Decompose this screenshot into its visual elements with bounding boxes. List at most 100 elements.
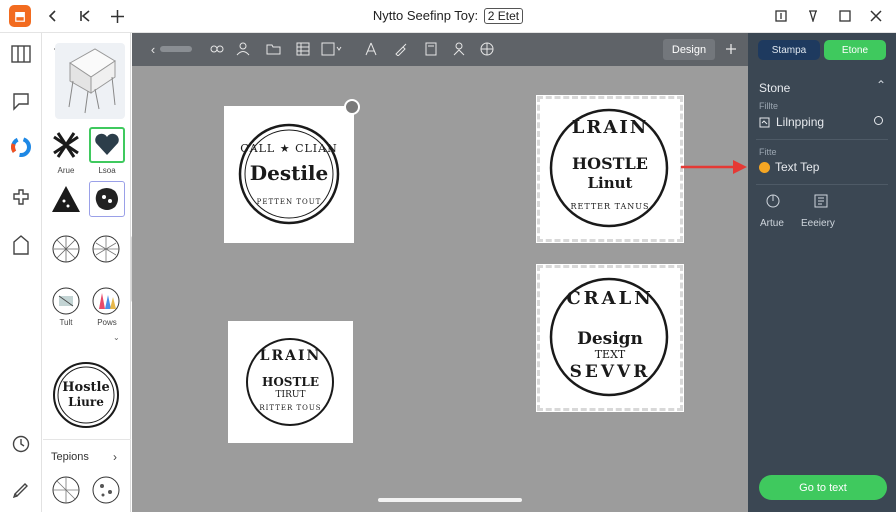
stamp-top-text: CALL ★ CLIAN [240, 142, 338, 155]
frame-tool-icon[interactable] [422, 40, 440, 58]
window-title: Nytto Seefinp Toy: 2 Etet [0, 8, 896, 24]
canvas-scrollbar[interactable] [378, 498, 522, 502]
stamp-bottom-text: SEVVR [569, 362, 651, 382]
radio-icon[interactable] [874, 116, 883, 125]
featured-stamp-line1: Hostle [62, 380, 110, 395]
asset-tile-sketch-a[interactable] [49, 232, 83, 266]
dropdown-icon[interactable] [320, 40, 344, 58]
color-dot-icon [759, 161, 770, 173]
property-row-2[interactable]: Text Tep [759, 160, 819, 174]
square-small-icon [759, 117, 770, 127]
world-icon[interactable] [478, 40, 496, 58]
artue-action-icon[interactable] [765, 193, 781, 214]
skip-back-icon[interactable] [75, 6, 95, 26]
divider [756, 184, 888, 185]
close-icon[interactable] [866, 6, 886, 26]
asset-tile-blob[interactable] [89, 181, 125, 217]
stamp-main-text: HOSTLE [262, 375, 319, 389]
artboard-stamp-3[interactable]: LRAIN HOSTLE TIRUT RITTER TOUS [228, 321, 353, 443]
asset-tile-colorful[interactable] [89, 284, 123, 318]
model-preview[interactable] [55, 43, 125, 119]
chevron-down-icon[interactable]: ⌄ [113, 333, 120, 342]
pin-icon[interactable] [722, 40, 740, 58]
title-bar: ⬒ Nytto Seefinp Toy: 2 Etet [0, 0, 896, 33]
resize-handle[interactable] [344, 99, 360, 115]
compass-icon[interactable] [362, 40, 380, 58]
brush-icon[interactable] [392, 40, 410, 58]
app-logo-icon[interactable]: ⬒ [9, 5, 31, 27]
asset-tile-heart[interactable] [89, 127, 125, 163]
document-icon[interactable] [9, 233, 33, 257]
title-badge[interactable]: 2 Etet [483, 8, 524, 24]
asset-label: Lsoa [98, 166, 116, 175]
asset-label: Arue [57, 166, 75, 175]
artboard-stamp-4[interactable]: CRALN Design TEXT SEVVR [536, 264, 684, 412]
back-icon[interactable] [43, 6, 63, 26]
library-icon[interactable] [9, 42, 33, 66]
stamp-top-text: LRAIN [571, 117, 649, 138]
move-icon[interactable] [107, 6, 127, 26]
comment-icon[interactable] [9, 89, 33, 113]
featured-stamp-line2: Liure [68, 395, 104, 409]
grid-icon[interactable] [294, 40, 312, 58]
action-label[interactable]: Eeeiery [801, 218, 835, 229]
stamp-sub-text: TEXT [594, 348, 626, 361]
app-window: ⬒ Nytto Seefinp Toy: 2 Etet Arue Lsoa Tu… [0, 0, 896, 512]
canvas-toolbar: ‹ Design [132, 33, 748, 66]
asset-tile-sketch-c[interactable] [49, 284, 83, 318]
asset-tile-triangle[interactable] [49, 182, 83, 216]
artboard-stamp-1[interactable]: CALL ★ CLIAN Destile PETTEN TOUT [224, 99, 360, 243]
person-icon[interactable] [234, 40, 252, 58]
user-icon[interactable] [450, 40, 468, 58]
design-canvas[interactable]: CALL ★ CLIAN Destile PETTEN TOUT LRAIN H… [132, 66, 748, 512]
stamp-bottom-text: RETTER TANUS [570, 202, 650, 211]
ruler-icon[interactable] [803, 6, 823, 26]
row-label: Fillte [759, 101, 779, 111]
asset-tile-sketch-d[interactable] [49, 473, 83, 507]
asset-tile-knot[interactable] [49, 128, 83, 162]
frame-icon[interactable] [771, 6, 791, 26]
row-label: Fitte [759, 147, 777, 157]
action-label[interactable]: Artue [760, 218, 784, 229]
etone-button[interactable]: Etone [824, 40, 886, 60]
stamp-sub-text: TIRUT [275, 390, 306, 400]
stamp-main-text: HOSTLE [572, 154, 648, 173]
divider [43, 439, 131, 440]
stamp-bottom-text: RITTER TOUS [259, 404, 322, 412]
chevron-right-icon[interactable]: › [113, 450, 117, 464]
link-icon[interactable] [208, 40, 226, 58]
square-icon[interactable] [835, 6, 855, 26]
stampa-button[interactable]: Stampa [758, 40, 820, 60]
section-title: Tepions [51, 451, 89, 463]
asset-tile-sketch-b[interactable] [89, 232, 123, 266]
asset-panel: Arue Lsoa Tult Pows ⌄ Hostle Liure Tepio… [43, 33, 131, 512]
eeeiery-action-icon[interactable] [813, 193, 829, 214]
divider [756, 139, 888, 140]
stamp-main-text: Design [577, 329, 643, 349]
brand-swirl-icon[interactable] [9, 135, 33, 159]
asset-tile-sketch-e[interactable] [89, 473, 123, 507]
pen-icon[interactable] [9, 476, 33, 500]
asset-label: Tult [59, 318, 73, 327]
stamp-top-text: CRALN [566, 288, 654, 309]
property-row-1[interactable]: Lilnpping [759, 115, 824, 129]
stamp-sub-text: Linut [587, 174, 633, 192]
puzzle-icon[interactable] [9, 185, 33, 209]
breadcrumb-pill[interactable] [160, 46, 192, 52]
clock-icon[interactable] [9, 432, 33, 456]
row-value: Lilnpping [776, 115, 825, 129]
red-arrow-icon [681, 160, 747, 174]
go-to-text-button[interactable]: Go to text [759, 475, 887, 500]
stamp-bottom-text: PETTEN TOUT [256, 198, 322, 206]
row-value: Text Tep [775, 160, 820, 174]
left-rail [0, 33, 42, 512]
stamp-top-text: LRAIN [259, 348, 322, 364]
artboard-stamp-2[interactable]: LRAIN HOSTLE Linut RETTER TANUS [536, 95, 684, 243]
properties-panel: Stampa Etone Stone ⌃ Fillte Lilnpping Fi… [748, 33, 896, 512]
chevron-up-icon[interactable]: ⌃ [876, 78, 886, 92]
window-title-text: Nytto Seefinp Toy: [372, 8, 479, 23]
asset-label: Pows [97, 318, 117, 327]
featured-stamp-thumb[interactable]: Hostle Liure [51, 360, 121, 430]
design-button[interactable]: Design [663, 39, 715, 60]
folder-icon[interactable] [264, 40, 282, 58]
